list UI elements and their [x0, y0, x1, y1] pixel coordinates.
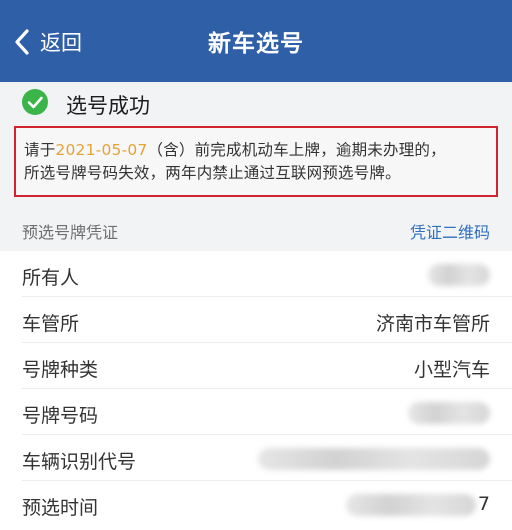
notice-prefix: 请于: [24, 141, 56, 159]
status-banner: 选号成功: [0, 82, 512, 124]
redacted-value: [428, 264, 490, 286]
row-owner: 所有人: [0, 251, 512, 297]
notice-line-2: 所选号牌号码失效，两年内禁止通过互联网预选号牌。: [24, 164, 401, 182]
notice-date: 2021-05-07: [55, 141, 148, 159]
row-label: 所有人: [22, 267, 80, 289]
redacted-value: [408, 402, 490, 424]
row-label: 车管所: [22, 313, 80, 335]
section-label: 预选号牌凭证: [22, 223, 119, 242]
page-title: 新车选号: [208, 31, 304, 57]
status-text: 选号成功: [66, 94, 150, 118]
redacted-value: [258, 448, 490, 470]
row-value: 济南市车管所: [375, 313, 490, 335]
redacted-value: [346, 494, 476, 516]
row-vin: 车辆识别代号: [0, 435, 512, 481]
row-selection-time: 预选时间 7: [0, 481, 512, 527]
row-plate-number: 号牌号码: [0, 389, 512, 435]
navigation-bar: 返回 新车选号: [0, 0, 512, 82]
notice-suffix: （含）前完成机动车上牌，逾期未办理的，: [147, 141, 446, 159]
section-header: 预选号牌凭证 凭证二维码: [0, 205, 512, 251]
row-value: 7: [477, 493, 490, 515]
deadline-notice: 请于2021-05-07（含）前完成机动车上牌，逾期未办理的， 所选号牌号码失效…: [14, 126, 498, 197]
check-circle-icon: [22, 89, 48, 115]
row-office: 车管所 济南市车管所: [0, 297, 512, 343]
row-plate-type: 号牌种类 小型汽车: [0, 343, 512, 389]
row-label: 号牌种类: [22, 359, 99, 381]
row-label: 号牌号码: [22, 405, 99, 427]
row-value: 小型汽车: [413, 359, 490, 381]
qr-code-link[interactable]: 凭证二维码: [410, 219, 490, 243]
row-label: 车辆识别代号: [22, 451, 137, 473]
plate-details-list: 所有人 车管所 济南市车管所 号牌种类 小型汽车 号牌号码 车辆识别代号 预选时…: [0, 251, 512, 530]
row-label: 预选时间: [22, 497, 99, 519]
notice-line-1: 请于2021-05-07（含）前完成机动车上牌，逾期未办理的，: [24, 139, 496, 162]
